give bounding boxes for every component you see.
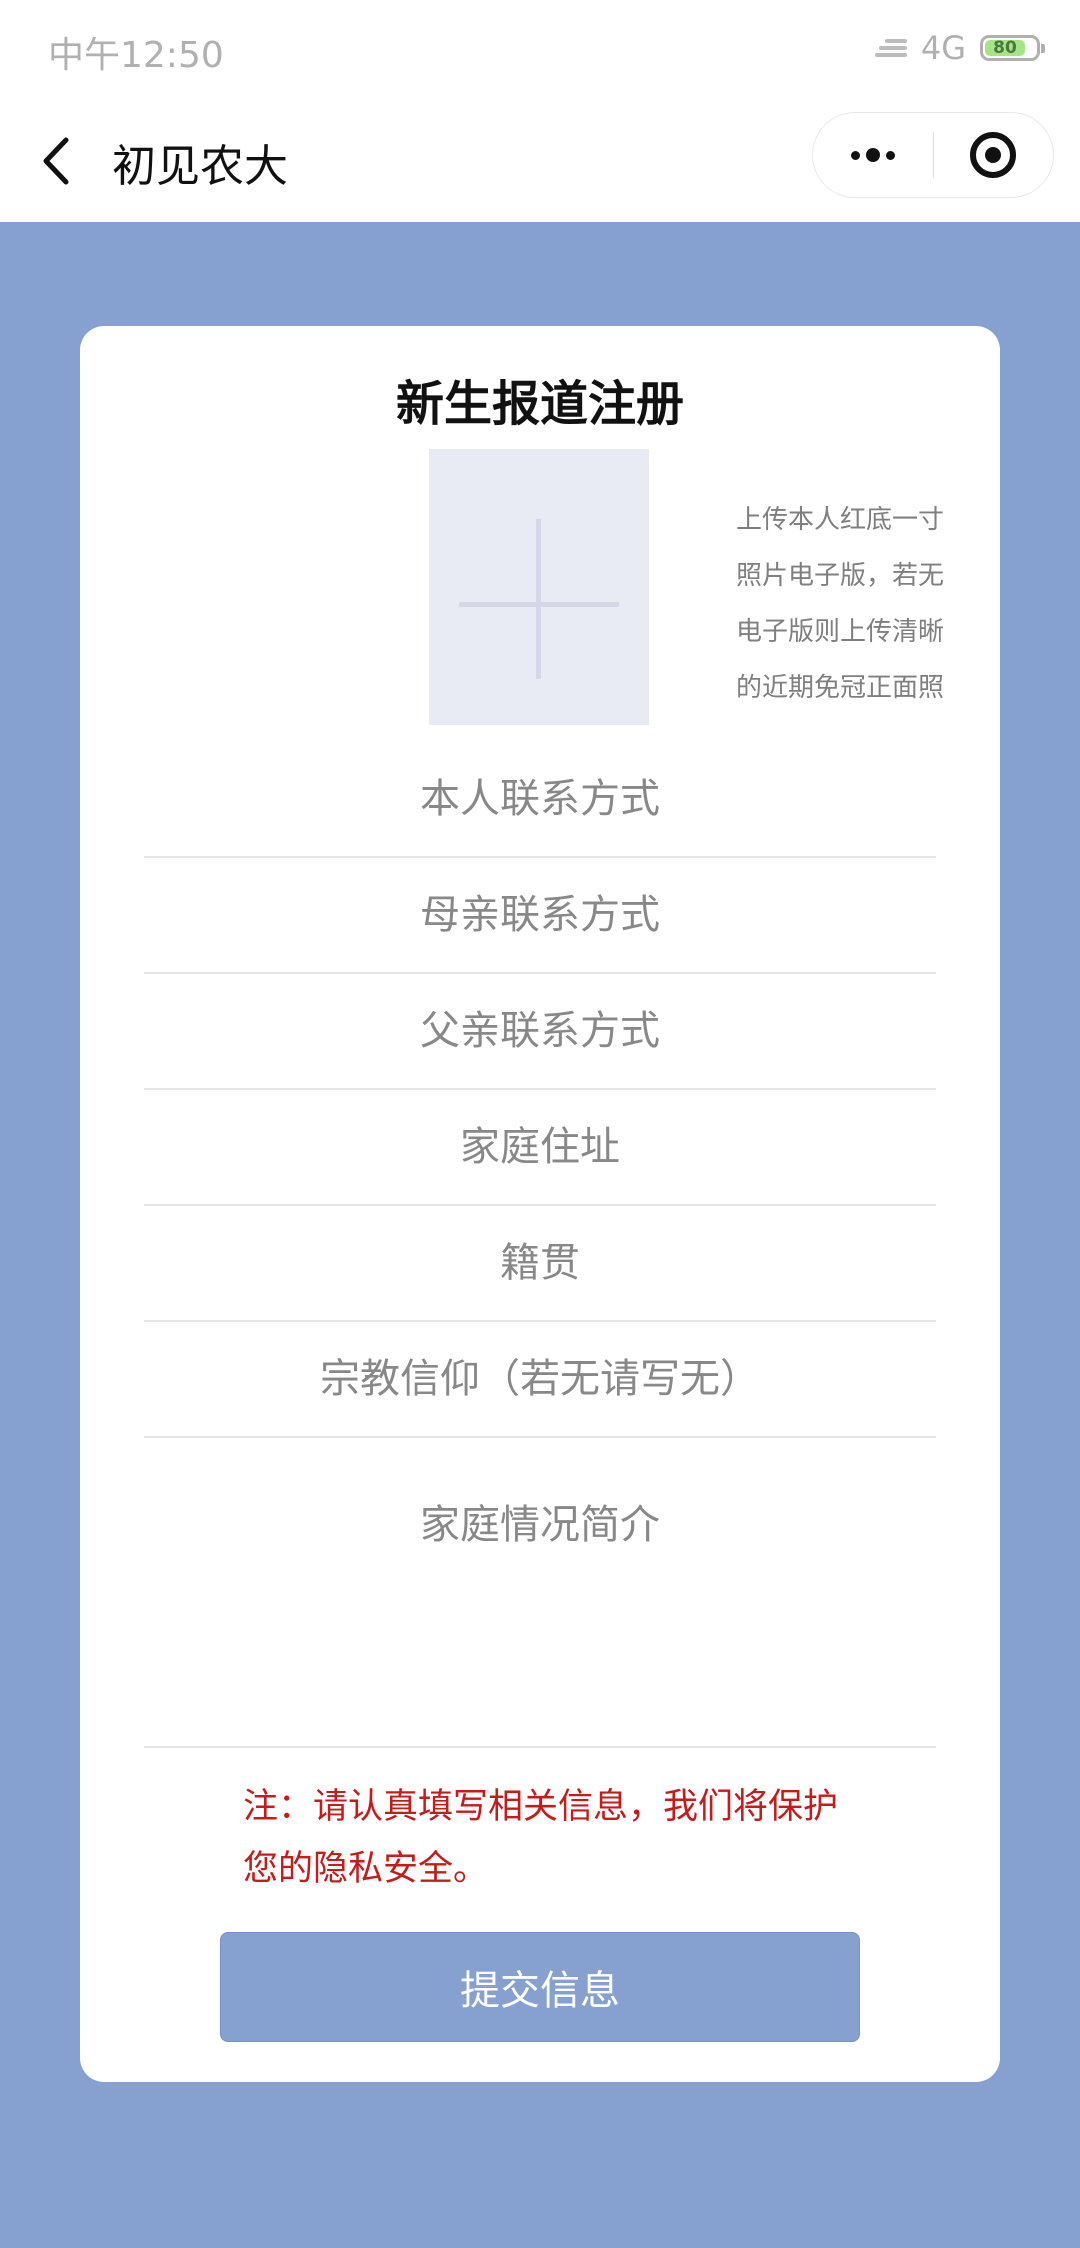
more-dots-icon — [850, 148, 895, 162]
field-placeholder: 母亲联系方式 — [420, 892, 660, 938]
close-button[interactable] — [934, 112, 1054, 198]
mother-phone-field[interactable]: 母亲联系方式 — [144, 858, 936, 974]
field-placeholder: 父亲联系方式 — [420, 1008, 660, 1054]
battery-icon: 80 — [980, 35, 1045, 61]
family-intro-textarea[interactable]: 家庭情况简介 — [144, 1460, 936, 1748]
field-placeholder: 本人联系方式 — [420, 776, 660, 822]
status-time: 中午12:50 — [48, 35, 224, 76]
religion-field[interactable]: 宗教信仰（若无请写无） — [144, 1322, 936, 1438]
photo-hint-line: 上传本人红底一寸 — [736, 505, 945, 535]
field-placeholder: 家庭情况简介 — [420, 1502, 660, 1548]
notice-line: 注：请认真填写相关信息，我们将保护 — [243, 1787, 839, 1827]
target-icon — [970, 132, 1017, 178]
photo-hint-line: 照片电子版，若无 — [736, 561, 945, 591]
nav-bar: 初见农大 — [0, 100, 1080, 222]
mini-program-capsule — [812, 112, 1054, 198]
notice-line: 您的隐私安全。 — [243, 1849, 489, 1889]
registration-card: 新生报道注册 上传本人红底一寸 照片电子版，若无 电子版则上传清晰 的近期免冠正… — [80, 326, 1000, 2082]
chevron-left-icon[interactable] — [38, 136, 78, 186]
submit-button[interactable]: 提交信息 — [220, 1932, 860, 2042]
home-address-field[interactable]: 家庭住址 — [144, 1090, 936, 1206]
father-phone-field[interactable]: 父亲联系方式 — [144, 974, 936, 1090]
field-placeholder: 籍贯 — [500, 1240, 580, 1286]
plus-icon — [429, 449, 649, 725]
battery-level: 80 — [985, 39, 1025, 56]
form-title: 新生报道注册 — [395, 376, 684, 432]
status-indicators: 4G 80 — [874, 28, 1045, 68]
photo-hint: 上传本人红底一寸 照片电子版，若无 电子版则上传清晰 的近期免冠正面照 — [736, 492, 976, 716]
native-place-field[interactable]: 籍贯 — [144, 1206, 936, 1322]
photo-hint-line: 的近期免冠正面照 — [736, 673, 945, 703]
signal-icon — [874, 37, 907, 59]
network-type: 4G — [920, 29, 966, 67]
photo-upload[interactable] — [429, 449, 649, 725]
privacy-notice: 注：请认真填写相关信息，我们将保护 您的隐私安全。 — [243, 1776, 883, 1900]
field-placeholder: 家庭住址 — [460, 1124, 620, 1170]
photo-hint-line: 电子版则上传清晰 — [736, 617, 945, 647]
page-title: 初见农大 — [112, 141, 288, 192]
more-button[interactable] — [813, 112, 933, 198]
self-phone-field[interactable]: 本人联系方式 — [144, 742, 936, 858]
status-bar: 中午12:50 4G 80 — [0, 0, 1080, 100]
field-placeholder: 宗教信仰（若无请写无） — [320, 1356, 760, 1402]
